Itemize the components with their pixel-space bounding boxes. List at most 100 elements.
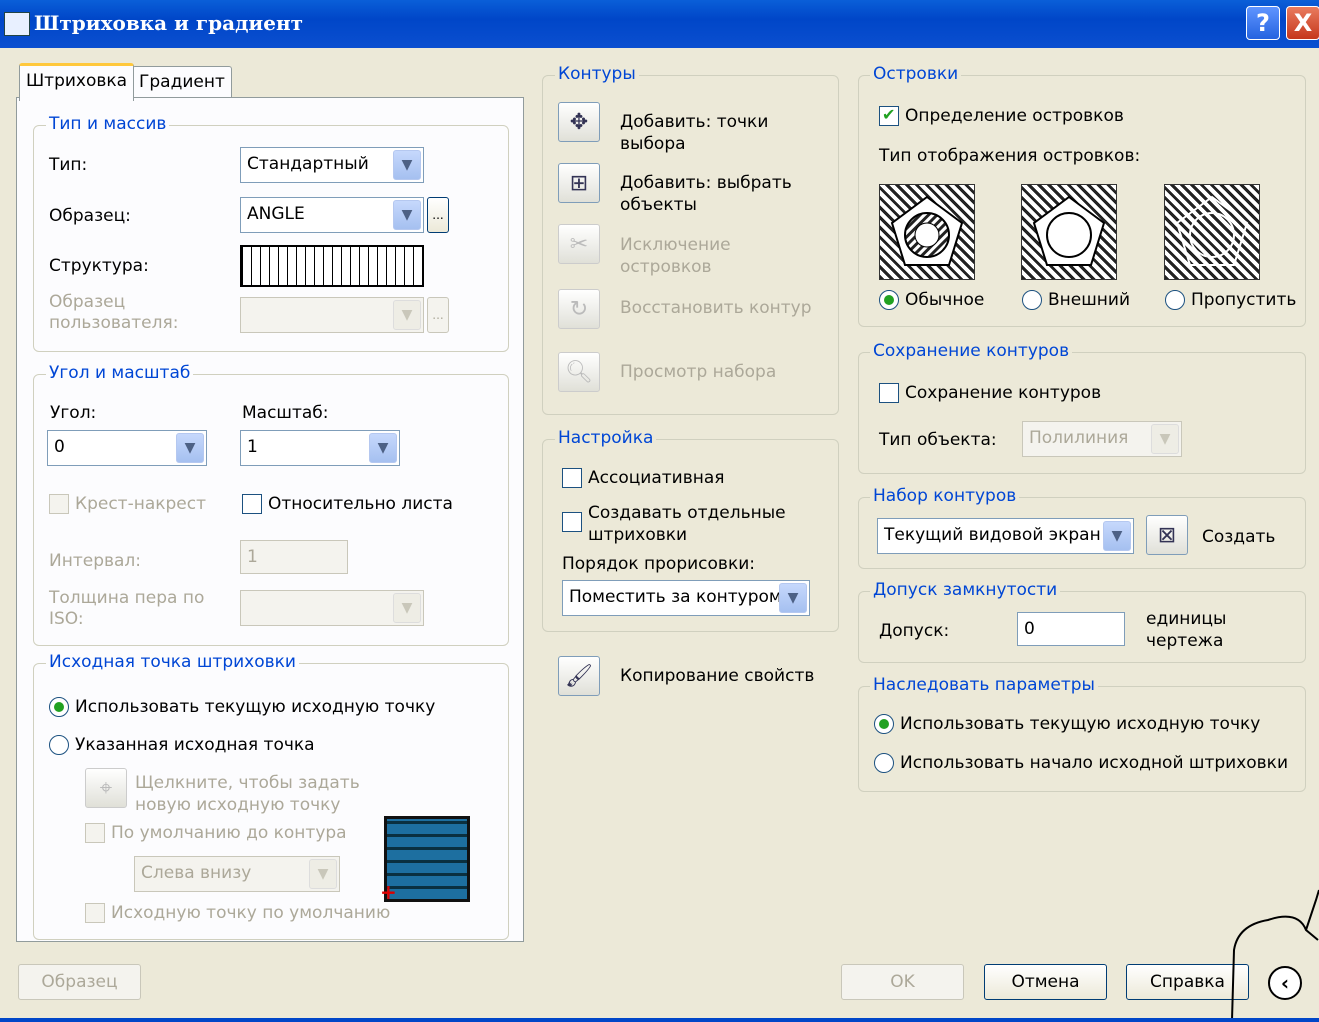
boundaries-legend: Контуры [555, 64, 639, 84]
chevron-down-icon[interactable]: ▼ [779, 583, 807, 613]
island-outer-label: Внешний [1048, 290, 1131, 310]
inherit-properties-button[interactable]: 🖌︎ [558, 656, 600, 696]
island-ignore-radio[interactable] [1165, 290, 1185, 310]
hand-drawn-arrow-annotation [1231, 889, 1319, 1021]
window-title: Штриховка и градиент [34, 11, 304, 35]
inherit-current-radio[interactable] [874, 714, 894, 734]
gap-legend: Допуск замкнутости [870, 580, 1061, 600]
options-legend: Настройка [555, 428, 657, 448]
chevron-down-icon[interactable]: ▼ [1151, 424, 1179, 454]
spacing-input[interactable]: 1 [240, 540, 348, 574]
chevron-down-icon[interactable]: ▼ [393, 593, 421, 623]
gap-units-label: единицы чертежа [1146, 609, 1227, 651]
angle-value: 0 [54, 437, 65, 457]
inherit-properties-label: Копирование свойств [620, 666, 815, 686]
island-normal-radio[interactable] [879, 290, 899, 310]
chevron-down-icon[interactable]: ▼ [1103, 521, 1131, 551]
draw-order-value: Поместить за контуром [569, 587, 782, 607]
tab-gradient[interactable]: Градиент [132, 66, 232, 99]
object-type-combo[interactable]: Полилиния ▼ [1022, 421, 1182, 457]
recreate-boundary-icon: ↻ [569, 296, 589, 322]
angle-combo[interactable]: 0 ▼ [47, 430, 207, 466]
new-set-icon: ⊠ [1157, 522, 1177, 548]
pattern-combo[interactable]: ANGLE ▼ [240, 197, 424, 233]
scale-value: 1 [247, 437, 258, 457]
iso-pen-label: Толщина пера по ISO: [49, 588, 205, 629]
custom-browse-button[interactable]: ... [427, 297, 449, 333]
gap-value: 0 [1024, 619, 1035, 639]
origin-legend: Исходная точка штриховки [46, 652, 299, 672]
pick-points-icon: ✥ [569, 109, 589, 135]
chevron-down-icon[interactable]: ▼ [176, 433, 204, 463]
brush-icon: 🖌︎ [565, 663, 593, 689]
draw-order-combo[interactable]: Поместить за контуром ▼ [562, 580, 810, 616]
add-select-button[interactable]: ⊞ [558, 163, 600, 203]
gap-input[interactable]: 0 [1017, 612, 1125, 646]
close-button[interactable]: X [1286, 6, 1319, 40]
tab-hatch[interactable]: Штриховка [19, 63, 135, 101]
view-selections-button[interactable]: 🔍︎ [558, 352, 600, 392]
set-origin-label: Щелкните, чтобы задать новую исходную то… [135, 773, 360, 815]
cancel-button[interactable]: Отмена [984, 964, 1107, 1000]
pattern-swatch[interactable] [240, 245, 424, 287]
chevron-down-icon[interactable]: ▼ [393, 150, 421, 180]
island-ignore-image[interactable] [1164, 184, 1260, 280]
remove-islands-button[interactable]: ✂ [558, 224, 600, 264]
inherit-current-label: Использовать текущую исходную точку [900, 714, 1261, 734]
object-type-value: Полилиния [1029, 428, 1129, 448]
remove-islands-label: Исключение островков [620, 235, 731, 277]
relative-paper-checkbox[interactable] [242, 494, 262, 514]
pattern-browse-button[interactable]: ... [427, 197, 449, 233]
store-default-checkbox[interactable] [85, 903, 105, 923]
remove-islands-icon: ✂ [569, 231, 589, 257]
associative-label: Ассоциативная [588, 468, 725, 488]
chevron-down-icon[interactable]: ▼ [393, 200, 421, 230]
swatch-label: Структура: [49, 256, 149, 276]
origin-specified-radio[interactable] [49, 735, 69, 755]
preview-button[interactable]: Образец [18, 964, 141, 1000]
custom-pattern-label: Образец пользователя: [49, 292, 179, 333]
help-title-button[interactable]: ? [1246, 6, 1280, 40]
ok-button[interactable]: OK [841, 964, 964, 1000]
set-origin-button[interactable]: ⌖ [85, 768, 127, 808]
add-select-label: Добавить: выбрать объекты [620, 173, 792, 215]
inherit-options-legend: Наследовать параметры [870, 675, 1098, 695]
origin-position-combo[interactable]: Слева внизу ▼ [134, 856, 340, 892]
custom-pattern-combo[interactable]: ▼ [240, 297, 424, 333]
island-detection-checkbox[interactable] [879, 105, 899, 126]
draw-order-label: Порядок прорисовки: [562, 554, 755, 574]
retain-boundaries-label: Сохранение контуров [905, 383, 1102, 403]
origin-current-radio[interactable] [49, 697, 69, 717]
island-outer-image[interactable] [1021, 184, 1117, 280]
chevron-down-icon[interactable]: ▼ [309, 859, 337, 889]
pentagon-outer-icon [1032, 195, 1106, 266]
associative-checkbox[interactable] [562, 468, 582, 488]
inherit-options-group [858, 686, 1306, 792]
scale-combo[interactable]: 1 ▼ [240, 430, 400, 466]
origin-preview-image [384, 816, 470, 902]
island-outer-radio[interactable] [1022, 290, 1042, 310]
boundary-set-combo[interactable]: Текущий видовой экран ▼ [877, 518, 1134, 554]
type-combo[interactable]: Стандартный ▼ [240, 147, 424, 183]
retain-boundaries-checkbox[interactable] [879, 383, 899, 403]
new-boundary-set-button[interactable]: ⊠ [1146, 515, 1188, 555]
chevron-down-icon[interactable]: ▼ [369, 433, 397, 463]
iso-pen-combo[interactable]: ▼ [240, 590, 424, 626]
gap-label: Допуск: [879, 621, 950, 641]
add-pick-button[interactable]: ✥ [558, 102, 600, 142]
chevron-down-icon[interactable]: ▼ [393, 300, 421, 330]
default-extents-checkbox[interactable] [85, 823, 105, 843]
island-detection-label: Определение островков [905, 106, 1124, 126]
store-default-label: Исходную точку по умолчанию [111, 903, 391, 923]
spacing-label: Интервал: [49, 551, 142, 571]
double-checkbox[interactable] [49, 494, 69, 514]
island-normal-image[interactable] [879, 184, 975, 280]
type-value: Стандартный [247, 154, 369, 174]
separate-hatches-checkbox[interactable] [562, 512, 582, 532]
recreate-boundary-button[interactable]: ↻ [558, 289, 600, 329]
island-style-label: Тип отображения островков: [879, 146, 1141, 166]
inherit-source-radio[interactable] [874, 753, 894, 773]
angle-label: Угол: [50, 403, 97, 423]
pattern-label: Образец: [49, 206, 131, 226]
pentagon-normal-icon [890, 195, 964, 266]
